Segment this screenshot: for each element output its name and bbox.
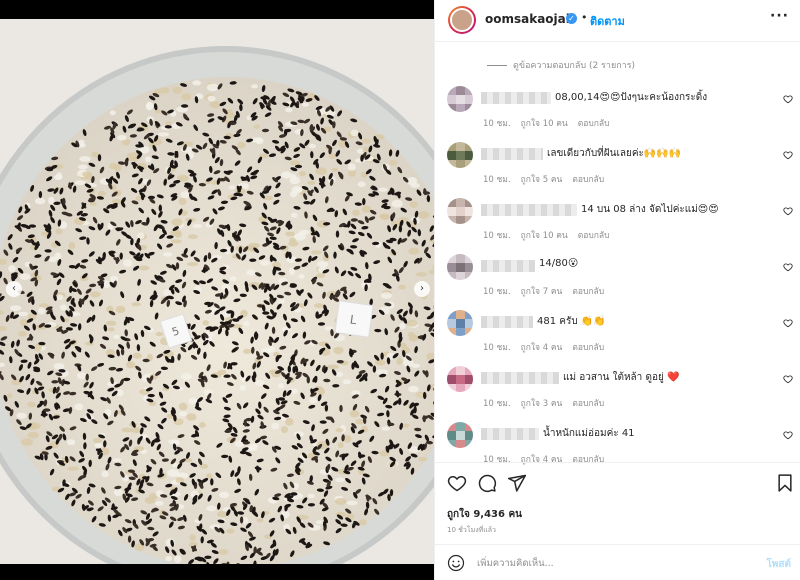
comment-meta: 10 ชม. ถูกใจ 10 คน ตอบกลับ (483, 228, 620, 242)
comment-time: 10 ชม. (483, 119, 511, 129)
commenter-avatar[interactable] (447, 86, 473, 112)
post-photo: 5 L (0, 19, 434, 564)
chevron-right-icon: › (420, 283, 424, 294)
comment-item: แม่ อวสาน ใต้หล้า ดูอยู่ ❤️ 10 ชม. ถูกใจ 3… (435, 366, 800, 422)
post-header: oomsakaojai ✓ • ติดตาม ··· (435, 0, 800, 42)
replies-line (487, 65, 507, 66)
share-icon[interactable] (507, 473, 527, 493)
rice-bowl-image: 5 L (0, 19, 434, 564)
comment-text: 08,00,14😍😍ปังๆนะคะน้องกระดิ้ง (555, 92, 708, 103)
commenter-username-blurred[interactable] (481, 148, 543, 160)
commenter-avatar[interactable] (447, 142, 473, 168)
comment-heart-icon[interactable] (783, 374, 793, 384)
comment-heart-icon[interactable] (783, 262, 793, 272)
comment-item: 08,00,14😍😍ปังๆนะคะน้องกระดิ้ง 10 ชม. ถูกใจ… (435, 86, 800, 142)
more-icon[interactable]: ··· (770, 8, 789, 24)
author-avatar[interactable] (448, 6, 476, 34)
commenter-avatar[interactable] (447, 366, 473, 392)
comment-text: 14/80😮 (539, 258, 579, 269)
comment-time: 10 ชม. (483, 287, 511, 297)
reply-button[interactable]: ตอบกลับ (572, 399, 604, 409)
previous-image-button[interactable]: ‹ (6, 281, 22, 297)
comment-text: น้ำหนักแม่อ่อมค่ะ 41 (543, 428, 635, 439)
comment-time: 10 ชม. (483, 231, 511, 241)
commenter-username-blurred[interactable] (481, 204, 577, 216)
heart-icon[interactable] (447, 473, 467, 493)
post-media: 5 L ‹ › (0, 0, 434, 580)
comment-time: 10 ชม. (483, 175, 511, 185)
comment-likes[interactable]: ถูกใจ 10 คน (521, 231, 568, 241)
comment-text: 14 บน 08 ล่าง จัดไปค่ะแม่😍😍 (581, 204, 719, 215)
bookmark-icon[interactable] (775, 473, 795, 493)
add-comment-bar: โพสต์ (435, 544, 800, 580)
comment-input[interactable] (477, 554, 747, 572)
comment-likes[interactable]: ถูกใจ 5 คน (521, 175, 563, 185)
post-timestamp: 10 ชั่วโมงที่แล้ว (447, 526, 496, 534)
reply-button[interactable]: ตอบกลับ (578, 119, 610, 129)
likes-count[interactable]: ถูกใจ 9,436 คน (447, 507, 522, 522)
commenter-avatar[interactable] (447, 254, 473, 280)
next-image-button[interactable]: › (414, 281, 430, 297)
commenter-username-blurred[interactable] (481, 316, 533, 328)
comment-heart-icon[interactable] (783, 318, 793, 328)
comment-text: เลขเดียวกับที่ฝันเลยค่ะ🙌🙌🙌 (547, 148, 682, 159)
comment-time: 10 ชม. (483, 399, 511, 409)
comment-meta: 10 ชม. ถูกใจ 5 คน ตอบกลับ (483, 172, 614, 186)
comment-text: แม่ อวสาน ใต้หล้า ดูอยู่ ❤️ (563, 372, 680, 383)
commenter-username-blurred[interactable] (481, 92, 551, 104)
follow-button[interactable]: ติดตาม (590, 12, 625, 30)
commenter-avatar[interactable] (447, 310, 473, 336)
comment-heart-icon[interactable] (783, 430, 793, 440)
comment-likes[interactable]: ถูกใจ 10 คน (521, 119, 568, 129)
commenter-avatar[interactable] (447, 198, 473, 224)
commenter-username-blurred[interactable] (481, 372, 559, 384)
chevron-left-icon: ‹ (12, 283, 16, 294)
post-sidebar: oomsakaojai ✓ • ติดตาม ··· ดูข้อความตอบก… (434, 0, 800, 580)
comment-heart-icon[interactable] (783, 206, 793, 216)
separator-dot: • (581, 11, 588, 24)
comment-meta: 10 ชม. ถูกใจ 10 คน ตอบกลับ (483, 116, 620, 130)
view-replies-toggle[interactable]: ดูข้อความตอบกลับ (2 รายการ) (487, 58, 635, 72)
media-letterbox-top (0, 0, 434, 19)
comment-likes[interactable]: ถูกใจ 3 คน (521, 399, 563, 409)
comment-text: 481 ครับ 👏👏 (537, 316, 606, 327)
comment-meta: 10 ชม. ถูกใจ 4 คน ตอบกลับ (483, 340, 614, 354)
commenter-username-blurred[interactable] (481, 260, 535, 272)
comment-likes[interactable]: ถูกใจ 7 คน (521, 287, 563, 297)
author-username[interactable]: oomsakaojai (485, 12, 570, 26)
commenter-avatar[interactable] (447, 422, 473, 448)
verified-icon: ✓ (566, 13, 577, 24)
post-comment-button[interactable]: โพสต์ (766, 557, 791, 572)
reply-button[interactable]: ตอบกลับ (572, 175, 604, 185)
comment-time: 10 ชม. (483, 343, 511, 353)
comment-heart-icon[interactable] (783, 94, 793, 104)
comment-item: เลขเดียวกับที่ฝันเลยค่ะ🙌🙌🙌 10 ชม. ถูกใจ 5 … (435, 142, 800, 198)
post-actions (435, 462, 800, 502)
reply-button[interactable]: ตอบกลับ (572, 343, 604, 353)
comment-likes[interactable]: ถูกใจ 4 คน (521, 343, 563, 353)
media-letterbox-bottom (0, 564, 434, 580)
comment-item: 481 ครับ 👏👏 10 ชม. ถูกใจ 4 คน ตอบกลับ (435, 310, 800, 366)
comment-item: 14/80😮 10 ชม. ถูกใจ 7 คน ตอบกลับ (435, 254, 800, 310)
comment-meta: 10 ชม. ถูกใจ 7 คน ตอบกลับ (483, 284, 614, 298)
comment-heart-icon[interactable] (783, 150, 793, 160)
comment-icon[interactable] (477, 473, 497, 493)
comment-meta: 10 ชม. ถูกใจ 3 คน ตอบกลับ (483, 396, 614, 410)
comment-item: 14 บน 08 ล่าง จัดไปค่ะแม่😍😍 10 ชม. ถูกใจ 1… (435, 198, 800, 254)
view-replies-label: ดูข้อความตอบกลับ (2 รายการ) (513, 61, 636, 71)
emoji-icon[interactable] (447, 554, 465, 572)
reply-button[interactable]: ตอบกลับ (572, 287, 604, 297)
commenter-username-blurred[interactable] (481, 428, 539, 440)
reply-button[interactable]: ตอบกลับ (578, 231, 610, 241)
